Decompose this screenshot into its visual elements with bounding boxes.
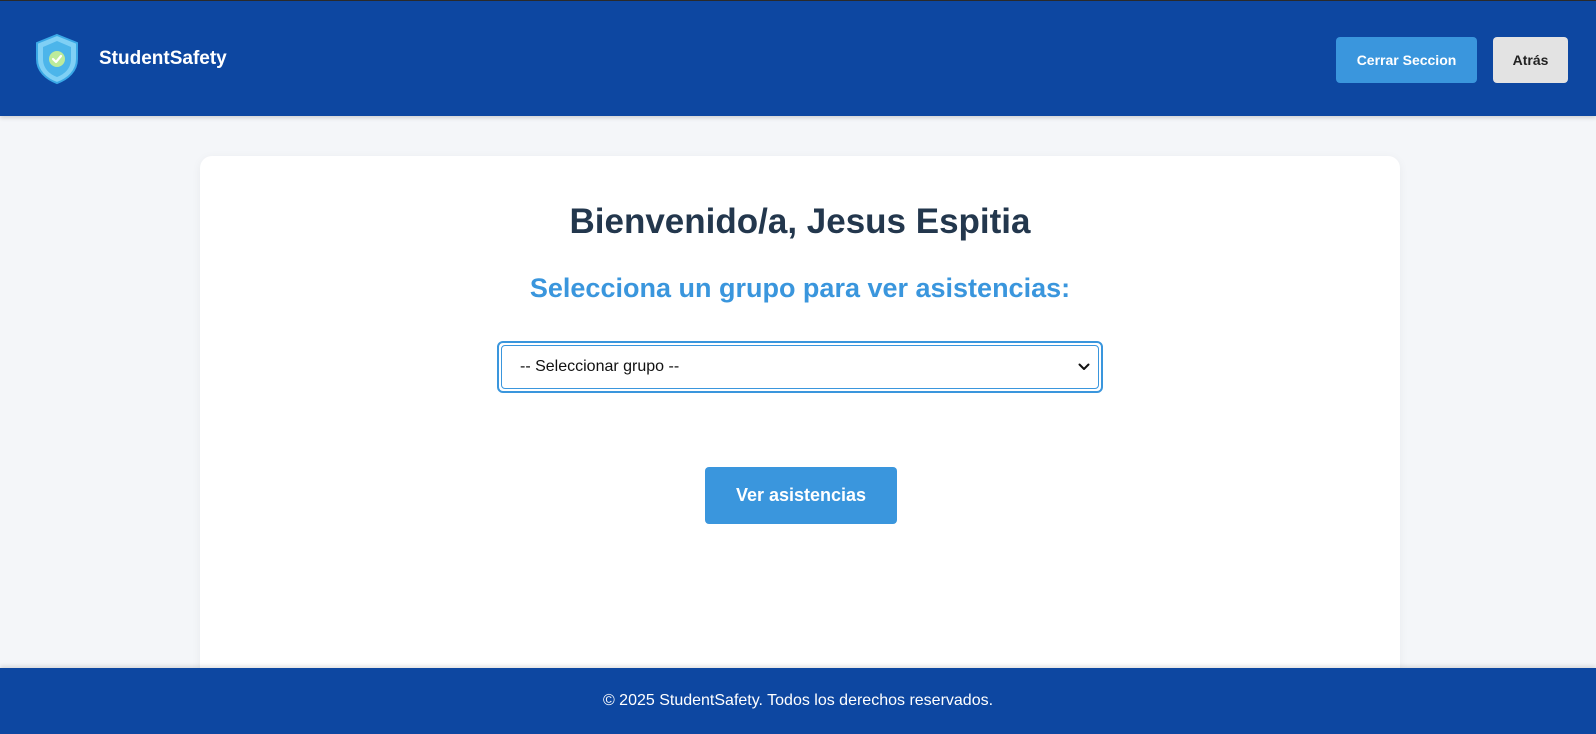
select-group-subtitle: Selecciona un grupo para ver asistencias… xyxy=(529,273,1071,303)
footer-copyright: © 2025 StudentSafety. Todos los derechos… xyxy=(602,692,994,709)
group-select-value: -- Seleccionar grupo -- xyxy=(520,358,680,375)
group-select-field[interactable]: -- Seleccionar grupo -- xyxy=(501,345,1099,389)
top-navbar: StudentSafety Cerrar Seccion Atrás xyxy=(0,0,1596,116)
welcome-heading: Bienvenido/a, Jesus Espitia xyxy=(569,202,1031,241)
group-select[interactable]: -- Seleccionar grupo -- xyxy=(497,341,1103,393)
view-attendance-button[interactable]: Ver asistencias xyxy=(705,467,897,524)
logout-button[interactable]: Cerrar Seccion xyxy=(1336,37,1477,83)
shield-check-icon xyxy=(33,33,81,85)
brand-name: StudentSafety xyxy=(99,48,227,69)
brand[interactable]: StudentSafety xyxy=(33,33,227,85)
footer: © 2025 StudentSafety. Todos los derechos… xyxy=(0,668,1596,734)
chevron-down-icon xyxy=(1078,363,1090,371)
back-button[interactable]: Atrás xyxy=(1493,37,1568,83)
